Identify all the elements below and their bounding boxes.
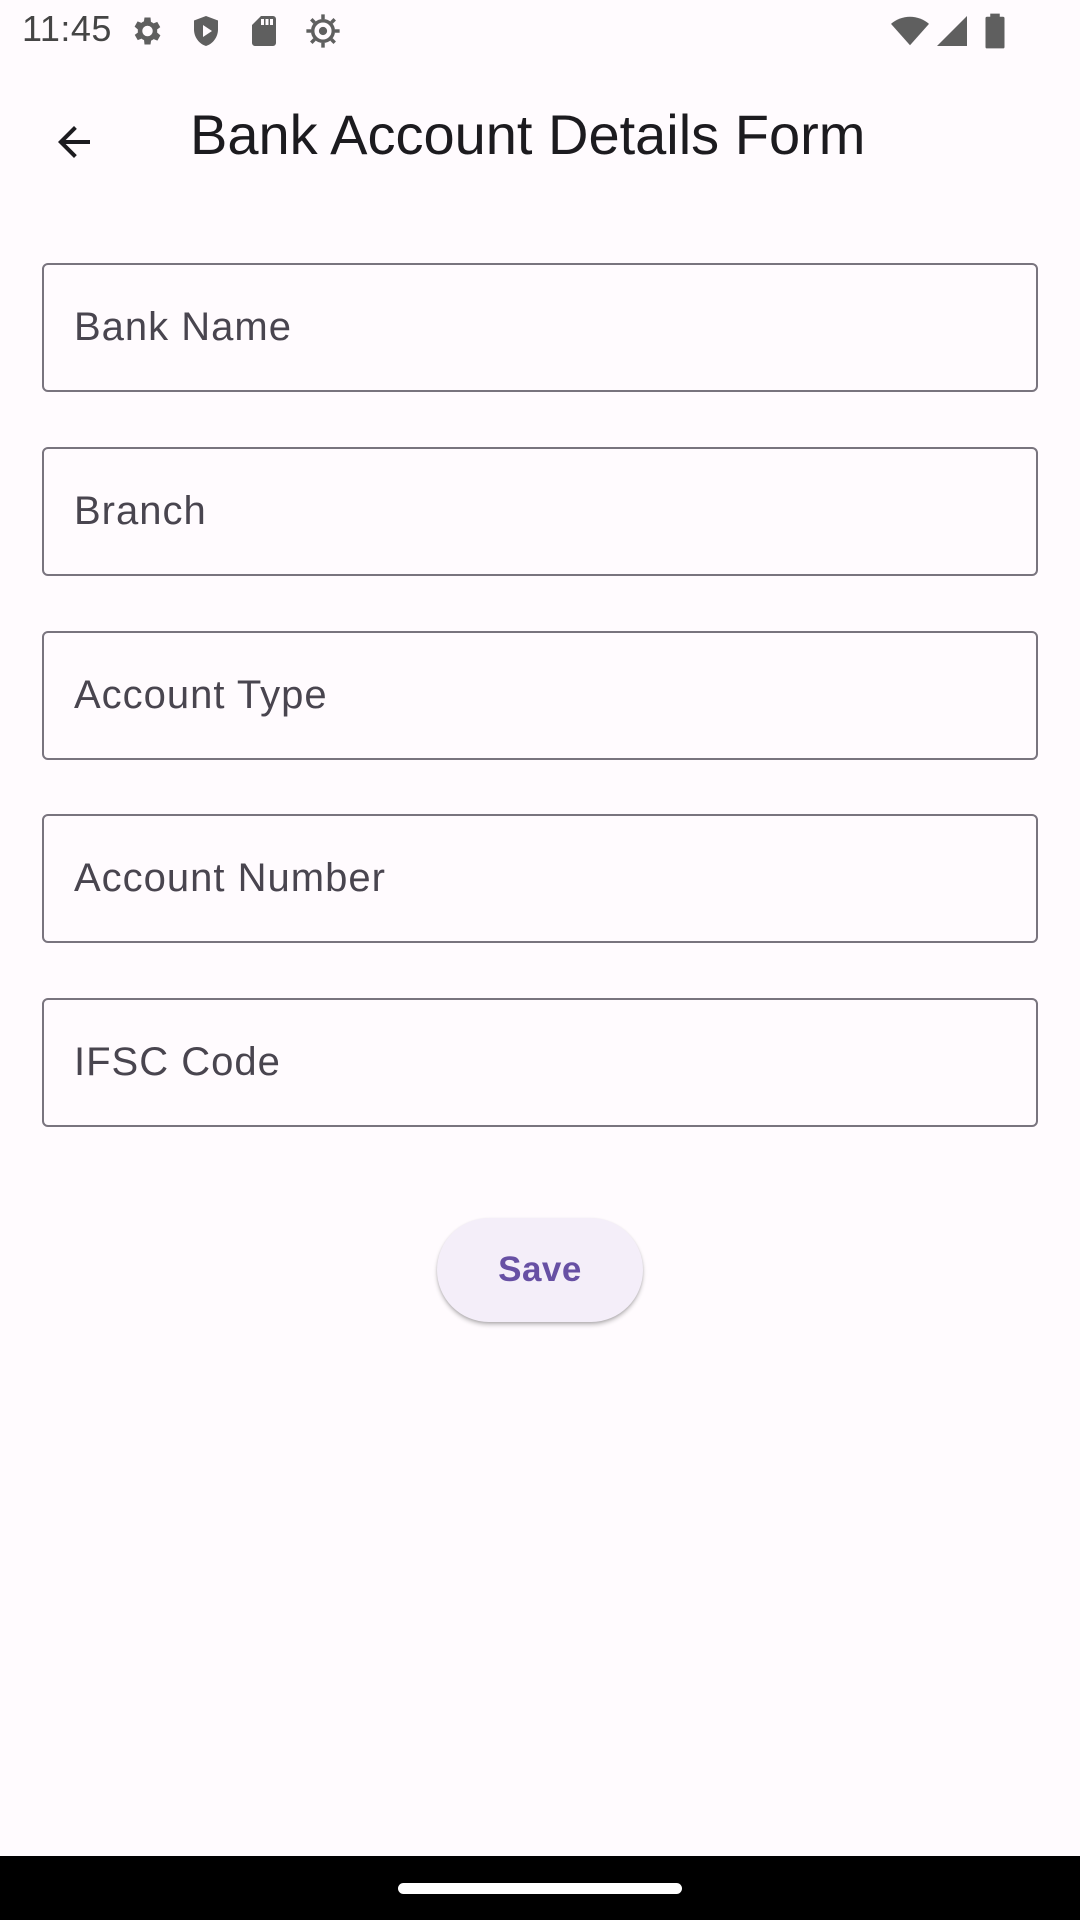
save-label: Save bbox=[498, 1250, 582, 1289]
app-bar: Bank Account Details Form bbox=[0, 62, 1080, 210]
home-gesture-handle[interactable] bbox=[398, 1883, 682, 1894]
account-number-field[interactable]: Account Number bbox=[42, 814, 1038, 943]
cell-signal-icon bbox=[934, 12, 974, 50]
bank-name-label: Bank Name bbox=[74, 304, 292, 349]
status-bar: 11:45 bbox=[0, 0, 1080, 62]
bank-name-field[interactable]: Bank Name bbox=[42, 263, 1038, 392]
arrow-back-icon bbox=[50, 118, 98, 171]
save-button[interactable]: Save bbox=[437, 1218, 643, 1322]
branch-field[interactable]: Branch bbox=[42, 447, 1038, 576]
ifsc-code-label: IFSC Code bbox=[74, 1039, 281, 1084]
navigation-bar bbox=[0, 1856, 1080, 1920]
gear-icon bbox=[128, 12, 164, 50]
battery-icon bbox=[982, 12, 1008, 50]
page-title: Bank Account Details Form bbox=[190, 103, 866, 166]
ifsc-code-field[interactable]: IFSC Code bbox=[42, 998, 1038, 1127]
account-type-label: Account Type bbox=[74, 672, 328, 717]
status-time: 11:45 bbox=[22, 8, 112, 49]
back-button[interactable] bbox=[28, 98, 120, 190]
account-number-label: Account Number bbox=[74, 855, 386, 900]
sd-card-icon bbox=[246, 12, 282, 50]
wifi-icon bbox=[890, 12, 930, 50]
account-type-field[interactable]: Account Type bbox=[42, 631, 1038, 760]
sun-settings-icon bbox=[304, 12, 340, 50]
shield-play-icon bbox=[188, 12, 224, 50]
branch-label: Branch bbox=[74, 488, 207, 533]
screen: 11:45 Bank Account Details Form Bank Nam… bbox=[0, 0, 1080, 1920]
